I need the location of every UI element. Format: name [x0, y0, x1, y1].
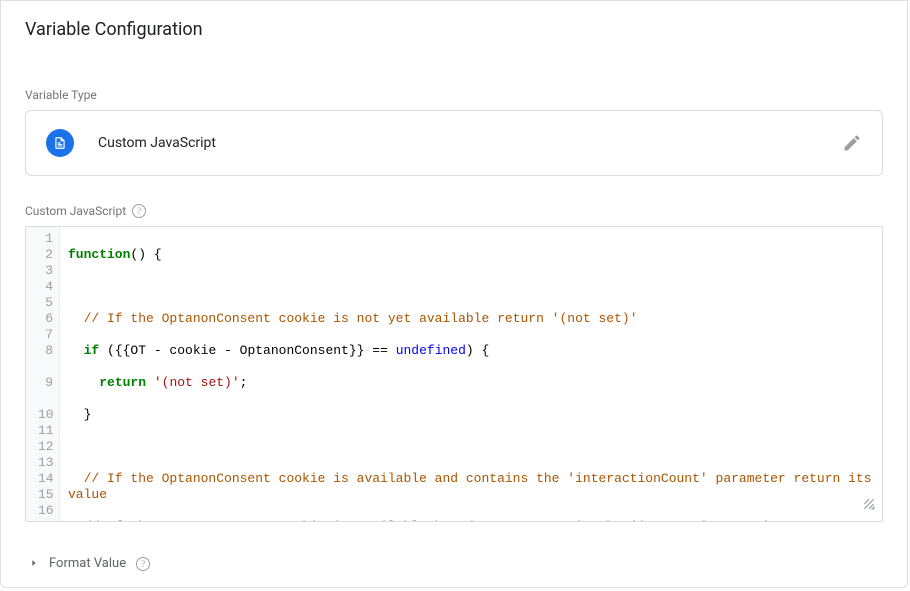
line-number: 2 [38, 247, 53, 263]
code-editor[interactable]: 1 2 3 4 5 6 7 8 9 10 11 12 13 14 15 16 1… [25, 226, 883, 522]
line-number: 5 [38, 295, 53, 311]
line-number: 9 [45, 375, 53, 390]
line-number: 15 [38, 487, 53, 503]
line-number: 3 [38, 263, 53, 279]
format-value-toggle[interactable]: Format Value ? [1, 522, 907, 591]
line-number: 11 [38, 423, 53, 439]
document-icon [46, 129, 74, 157]
editor-content[interactable]: function() { // If the OptanonConsent co… [60, 227, 882, 521]
config-panel: Variable Configuration Variable Type Cus… [0, 0, 908, 588]
editor-gutter: 1 2 3 4 5 6 7 8 9 10 11 12 13 14 15 16 1… [26, 227, 60, 521]
page-title: Variable Configuration [1, 1, 907, 52]
variable-type-label: Variable Type [1, 52, 907, 110]
chevron-right-icon [29, 557, 39, 571]
line-number: 6 [38, 311, 53, 327]
help-icon[interactable]: ? [136, 557, 150, 571]
edit-icon[interactable] [842, 133, 862, 153]
code-label-text: Custom JavaScript [25, 204, 126, 218]
line-number: 7 [38, 327, 53, 343]
variable-type-card[interactable]: Custom JavaScript [25, 110, 883, 176]
help-icon[interactable]: ? [132, 204, 146, 218]
line-number: 1 [38, 231, 53, 247]
line-number: 13 [38, 455, 53, 471]
variable-type-name: Custom JavaScript [98, 135, 842, 151]
resize-handle-icon[interactable] [862, 497, 876, 515]
line-number: 8 [45, 343, 53, 358]
line-number: 14 [38, 471, 53, 487]
code-section-label: Custom JavaScript ? [1, 176, 907, 226]
format-value-label: Format Value [49, 556, 126, 571]
line-number: 4 [38, 279, 53, 295]
line-number: 12 [38, 439, 53, 455]
line-number: 16 [38, 503, 53, 519]
line-number: 17 [38, 519, 53, 522]
line-number: 10 [38, 407, 53, 423]
